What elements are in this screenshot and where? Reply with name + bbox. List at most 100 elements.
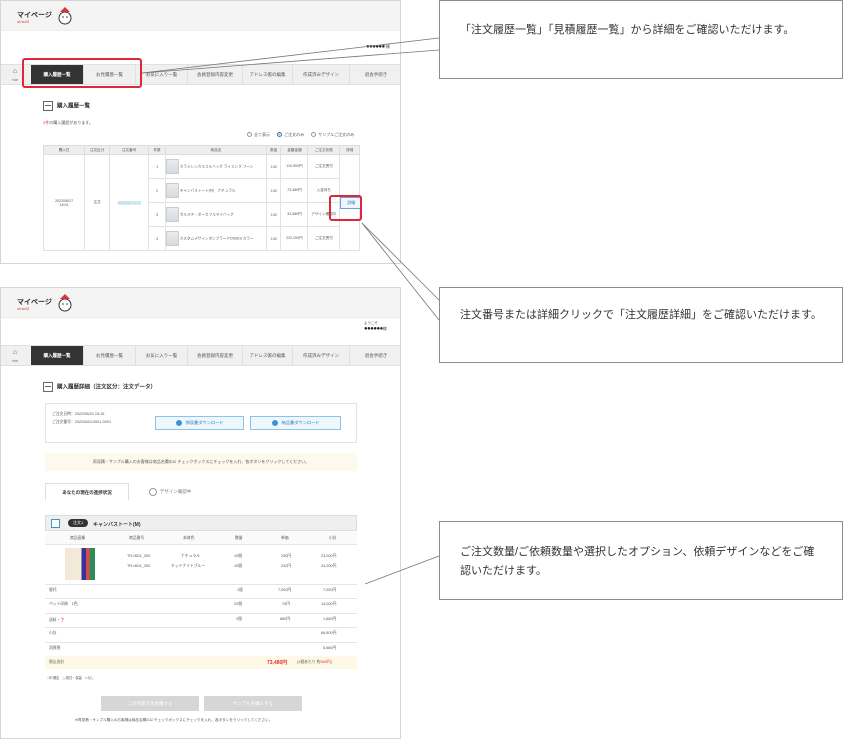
box-icon [43, 382, 53, 392]
tab-saved-designs[interactable]: 作成済みデザイン [292, 65, 349, 84]
callout-history-lists: 「注文履歴一覧」「見積履歴一覧」から詳細をご確認いただけます。 [439, 0, 843, 79]
item-status: ご注文受付 [307, 154, 341, 179]
item-no: 1 [148, 154, 166, 179]
item-qty: 100 [265, 154, 282, 179]
tab-member-info[interactable]: 会員登録内容変更 [187, 65, 242, 84]
col-header: 注文区分 [84, 145, 111, 155]
filter-orders-only[interactable]: ご注文のみ [277, 132, 304, 138]
item-qty: 100 [265, 178, 282, 203]
mypage-title: マイページ [17, 299, 52, 306]
item-badge: 注文1 [68, 519, 89, 527]
table-header-row: 購入日 注文区分 注文番号 件数 商品名 数量 金額金額 ご注文状態 詳細 [42, 145, 360, 155]
total-row: 税込合計 73,480円 (1個あたり 約368円) [45, 656, 357, 669]
item-qty: 10個 [234, 564, 243, 568]
item-no: 2 [148, 178, 166, 203]
tab-design-check[interactable]: デザイン確認中 [135, 483, 205, 500]
product-thumbnail [165, 207, 179, 222]
tab-quote-history[interactable]: お見積歴一覧 [83, 346, 135, 365]
item-name: キャンバストート(M) [93, 522, 141, 528]
order-type: 注文 [84, 154, 111, 251]
legend-note: ○印:確定 △:検討・保留 ×:なし [47, 676, 95, 680]
tabs-highlight [22, 58, 142, 88]
site-header: マイページ ok ku02 [1, 288, 400, 318]
tab-address-book[interactable]: アドレス帳の編集 [242, 346, 292, 365]
item-status: ご注文受付 [307, 226, 341, 251]
progress-tabs: あなたの現在の進捗状況 デザイン確認中 [45, 483, 357, 501]
line-subtotal: 7,000円 [323, 588, 337, 592]
box-icon [43, 101, 53, 111]
total-label: 税込合計 [49, 660, 65, 664]
receipt-download-button[interactable]: 領収書ダウンロード [155, 416, 244, 430]
nav-home[interactable]: ⌂ TOP [9, 68, 21, 84]
item-amount: 73,480円 [280, 178, 309, 203]
line-label: 消費税 [49, 646, 61, 650]
order-date-line: ご注文日時：2022/06/24 15:16 [52, 412, 105, 416]
tab-withdraw[interactable]: 退会手続き [349, 65, 400, 84]
item-amount: 110,900円 [280, 154, 309, 179]
tab-address-book[interactable]: アドレス帳の編集 [242, 65, 292, 84]
line-unit: 7,000円 [278, 588, 292, 592]
order-date: 2022/06/27 18:01 [42, 154, 86, 251]
callout-order-contents: ご注文数量/ご依頼数量や選択したオプション、依頼デザインなどをご確認いただけます… [439, 521, 843, 600]
main-nav: ⌂ TOP 購入履歴一覧 お見積歴一覧 お気に入り一覧 会員登録内容変更 アドレス… [1, 345, 400, 366]
footer-note: ※再見積・サンプル購入のお客様は商品名欄の☑ チェックボックスにチェックを入れ、… [75, 718, 273, 722]
col-header: 商品名 [164, 145, 268, 155]
line-unit: 70円 [282, 602, 291, 606]
item-code: TR-0601_300 [127, 554, 151, 558]
tab-order-history[interactable]: 購入履歴一覧 [31, 346, 83, 365]
total-value: 73,480円 [267, 660, 288, 666]
col-header: 単価 [281, 536, 289, 540]
order-count: 2件の購入履歴があります。 [43, 120, 93, 125]
user-name: ●●●●●● [366, 44, 385, 50]
order-detail-heading: 購入履歴詳細（注文区分：注文データ） [43, 382, 156, 392]
line-label: ペット印刷 1色 [49, 602, 78, 606]
col-header: ご注文状態 [307, 145, 341, 155]
tab-saved-designs[interactable]: 作成済みデザイン [292, 346, 349, 365]
table-row: 2022/06/27 18:01 注文 20220627-123 1 カラミレシ… [42, 154, 363, 251]
reorder-button[interactable]: この内容で再見積する [101, 696, 199, 711]
mypage-title: マイページ [17, 12, 52, 19]
col-header: 件数 [148, 145, 166, 155]
order-info-panel: ご注文日時：2022/06/24 15:16 ご注文番号：20220624-00… [45, 403, 357, 443]
item-column-headers: 商品画像 商品番号 本体色 数量 単価 小計 [45, 532, 357, 545]
item-unit: 242円 [281, 564, 292, 568]
order-number-link[interactable]: 20220627-123 [109, 154, 150, 251]
item-subtotal: 24,200円 [321, 564, 337, 568]
item-amount: 222,200円 [280, 226, 309, 251]
item-checkbox[interactable] [51, 519, 60, 528]
tab-favorites[interactable]: お気に入り一覧 [135, 65, 187, 84]
line-label: 送料・❓ [49, 618, 66, 622]
reorder-notice: 再見積・サンプル購入のお客様は商品名欄の☑ チェックボックスにチェックを入れ、各… [45, 453, 357, 471]
tab-favorites[interactable]: お気に入り一覧 [135, 346, 187, 365]
filter-all[interactable]: 全て表示 [247, 132, 270, 138]
nav-home[interactable]: ⌂ TOP [9, 349, 21, 365]
mypage-subtitle: ok ku02 [17, 20, 30, 24]
filter-samples-only[interactable]: サンプルご注文のみ [311, 132, 354, 138]
item-color: ミッドナイトブルー [171, 564, 206, 568]
order-history-screenshot: マイページ ok ku02 ●●●●●● 様 ⌂ TOP 購入履歴一覧 お見積歴一… [0, 0, 401, 264]
order-filter: 全て表示 ご注文のみ サンプルご注文のみ [241, 132, 354, 138]
item-name-cell: キャンバストート(M) ナチュラル [164, 178, 268, 203]
col-header: 小計 [329, 536, 337, 540]
divider [45, 627, 357, 628]
divider [45, 642, 357, 643]
tab-progress-status[interactable]: あなたの現在の進捗状況 [45, 483, 129, 500]
item-header: 注文1 キャンバストート(M) [45, 515, 357, 531]
line-subtotal: 6,680円 [323, 646, 337, 650]
item-unit: 230円 [281, 554, 292, 558]
item-qty: 100 [265, 202, 282, 227]
product-thumbnail [165, 159, 179, 174]
item-amount: 33,980円 [280, 202, 309, 227]
callout-order-detail: 注文番号または詳細クリックで「注文履歴詳細」をご確認いただけます。 [439, 287, 843, 363]
line-subtotal: 66,800円 [321, 631, 337, 635]
item-name-cell: カスタムデザインタンブラー POSSEd カラー [164, 226, 268, 251]
order-detail-screenshot: マイページ ok ku02 ようこそ ●●●●●●様 ⌂ TOP 購入履歴一覧 お… [0, 287, 401, 739]
tab-withdraw[interactable]: 退会手続き [349, 346, 400, 365]
sample-purchase-button[interactable]: サンプルを購入する [204, 696, 302, 711]
product-thumbnail [165, 231, 179, 246]
line-label: 小計 [49, 631, 57, 635]
tab-member-info[interactable]: 会員登録内容変更 [187, 346, 242, 365]
delivery-note-download-button[interactable]: 納品書ダウンロード [250, 416, 341, 430]
col-header: 詳細 [339, 145, 360, 155]
order-list-heading: 購入履歴一覧 [43, 101, 90, 111]
